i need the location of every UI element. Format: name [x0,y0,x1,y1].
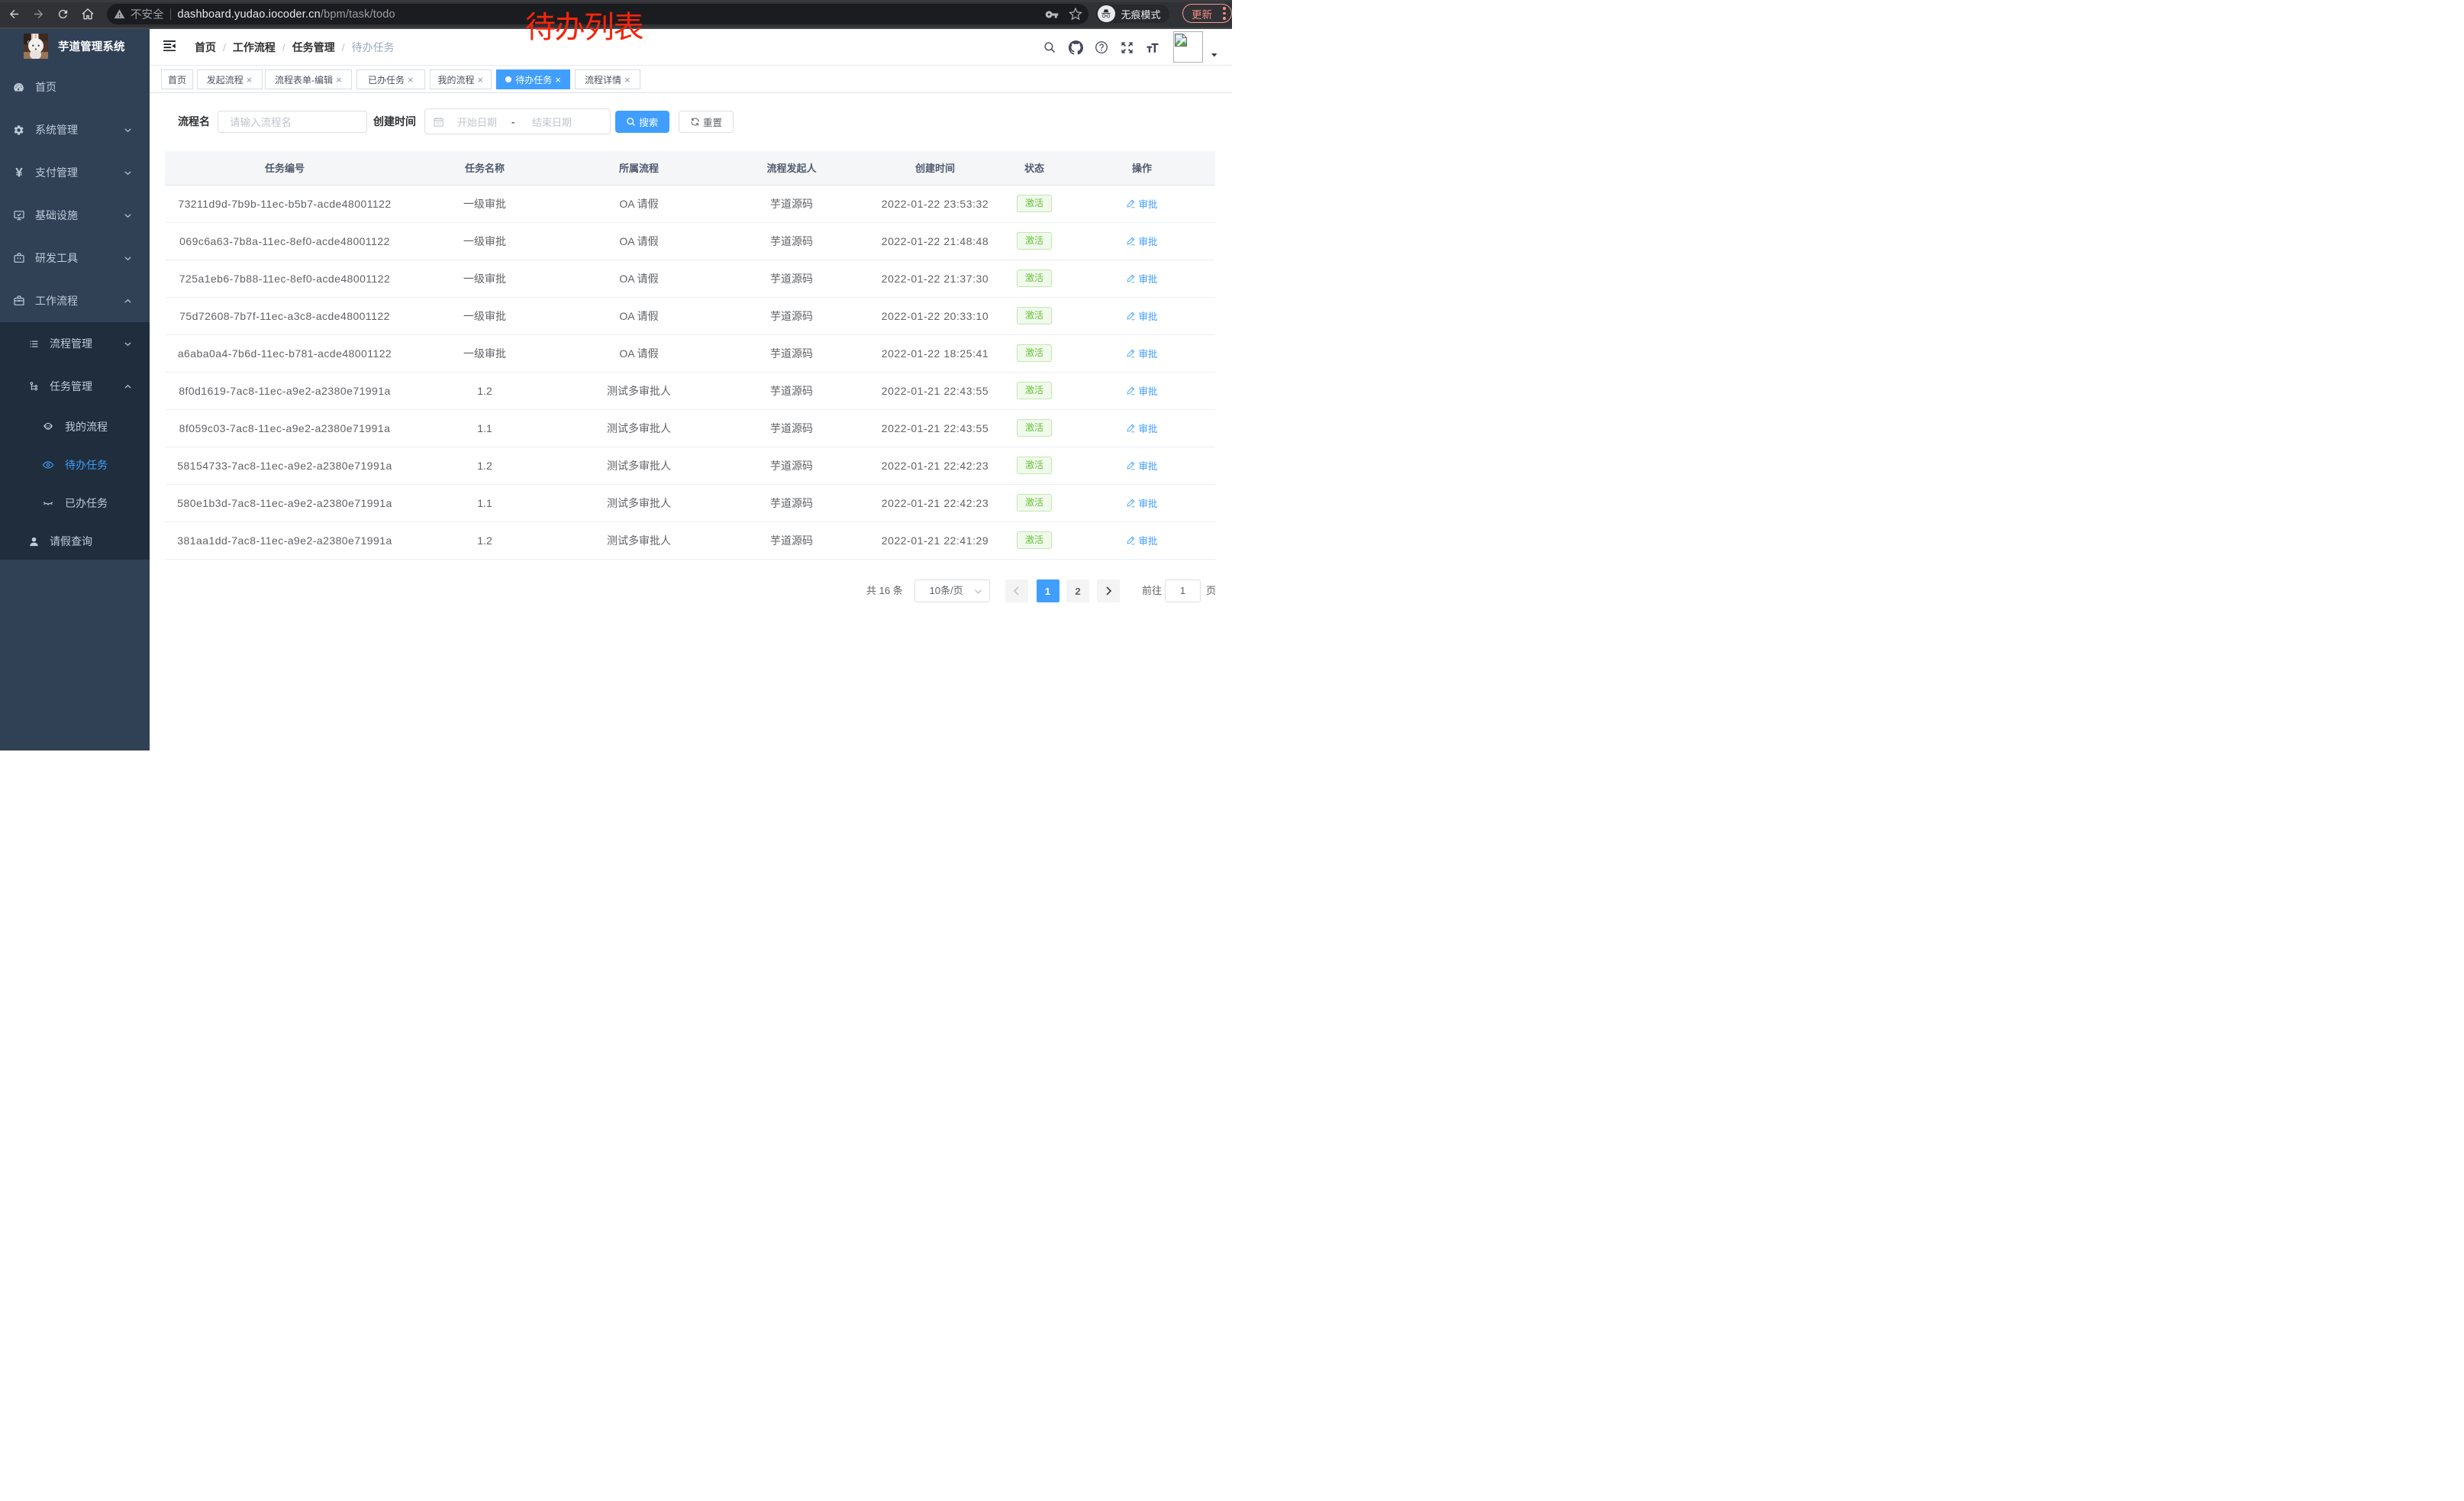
svg-text:¥: ¥ [15,166,23,179]
